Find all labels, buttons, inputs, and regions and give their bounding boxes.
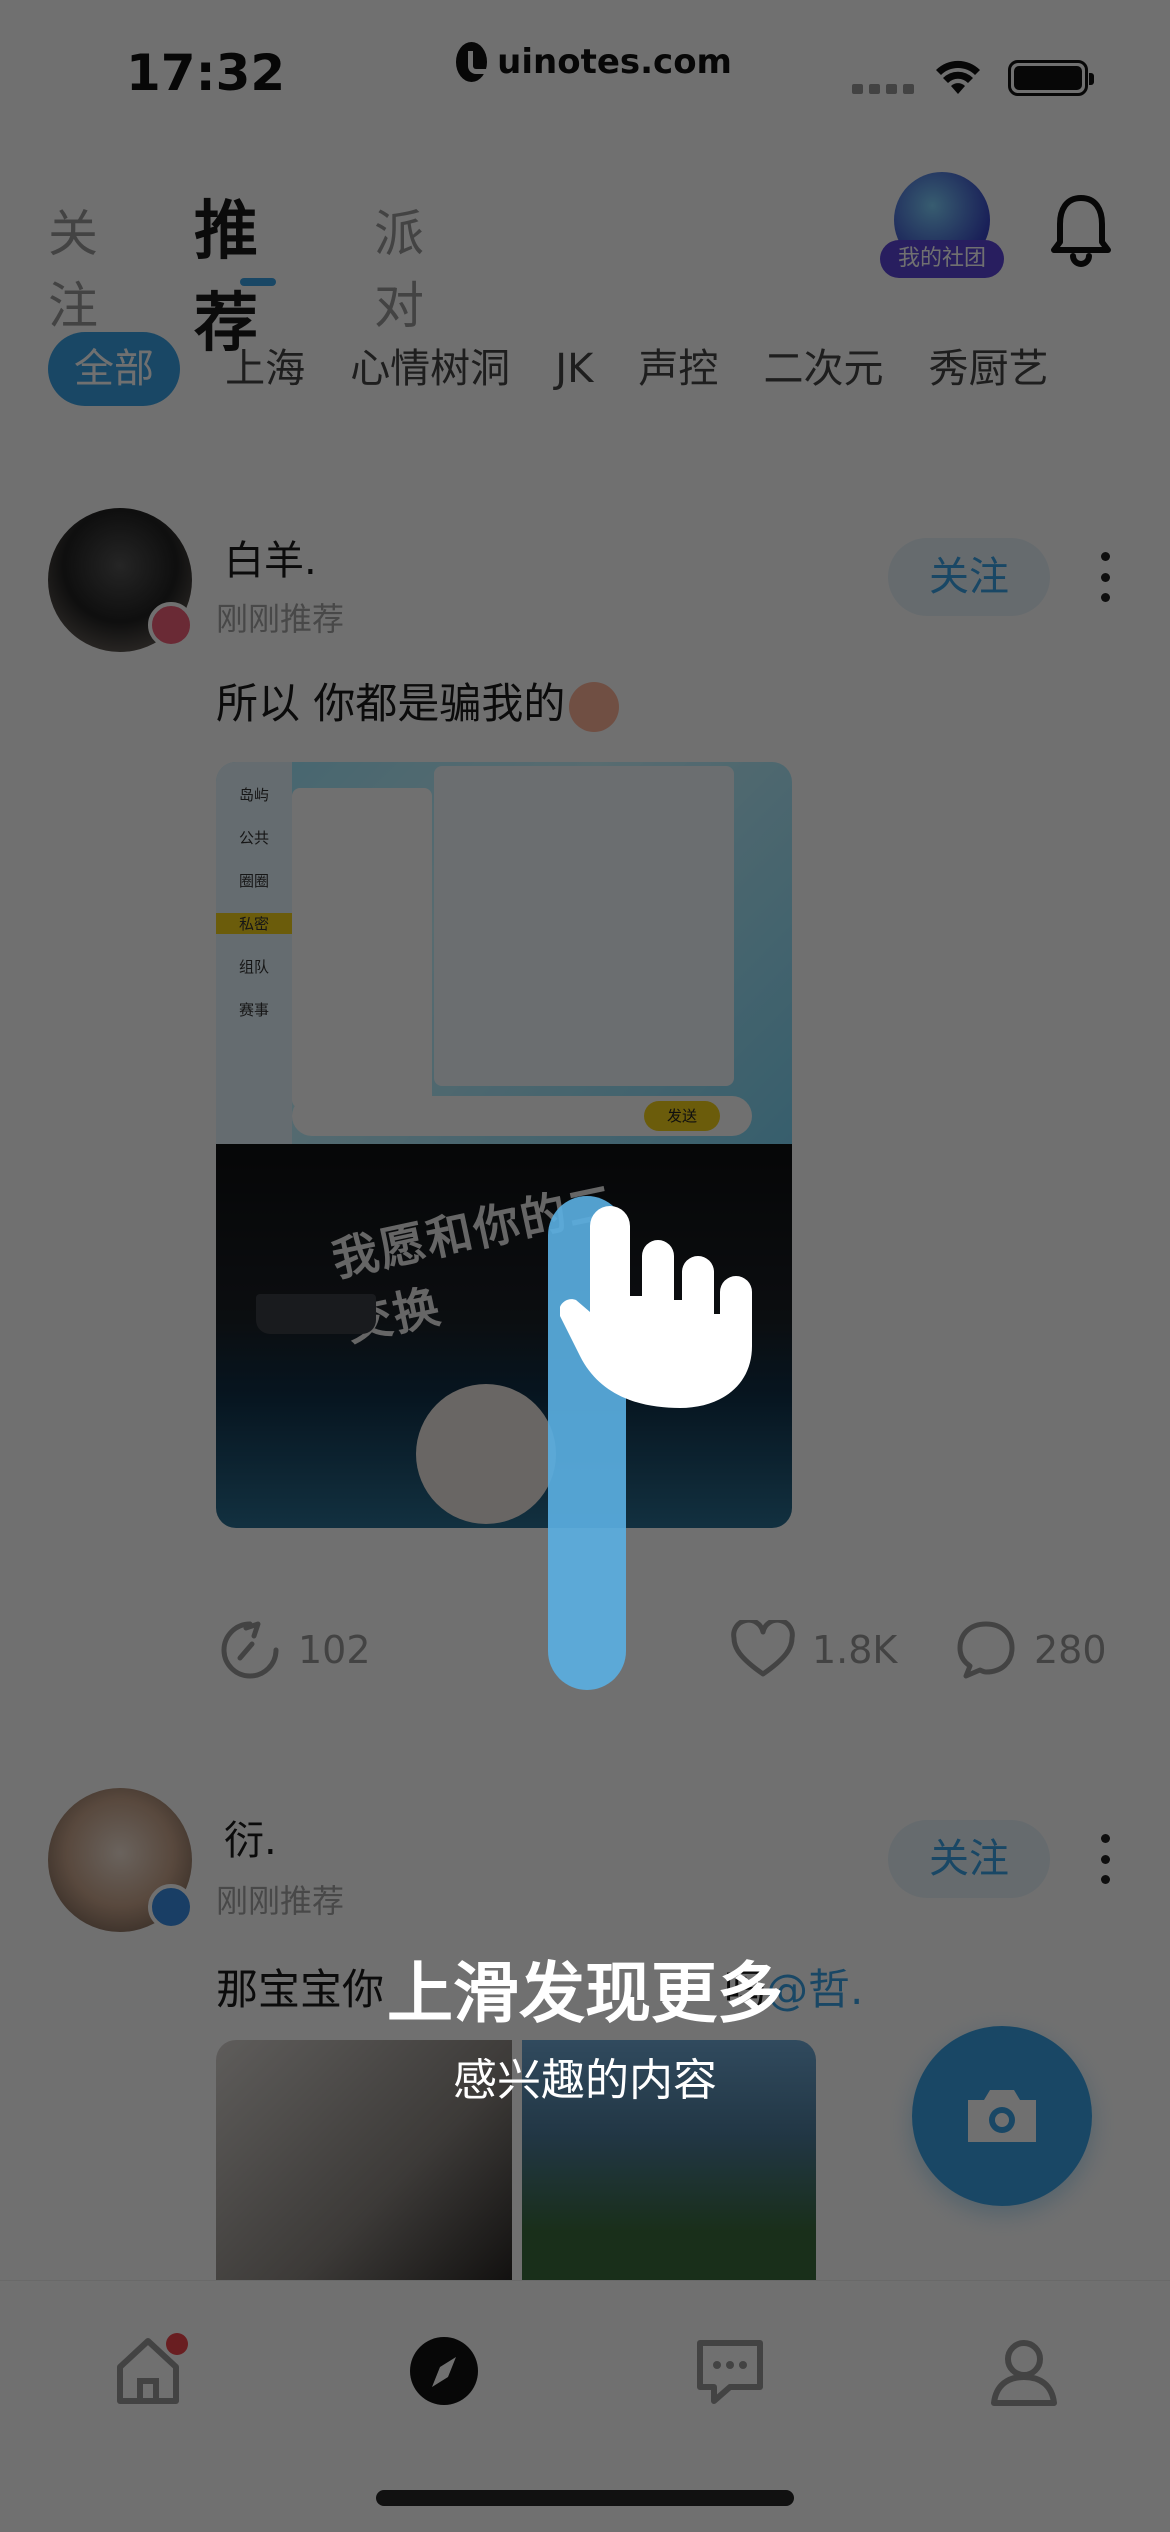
game-chat-screenshot: 岛屿 公共 圈圈 私密 组队 赛事 发送 [216,762,792,1144]
share-icon [221,1621,279,1679]
tab-profile[interactable] [984,2331,1064,2411]
onboarding-title: 上滑发现更多 [387,1955,783,2032]
discover-icon [410,2337,478,2405]
tab-follow[interactable]: 关注 [48,194,98,338]
post-username[interactable]: 白羊. [224,528,317,586]
share-button[interactable]: 102 [218,1610,371,1690]
gender-male-badge-icon [148,1884,194,1930]
home-indicator[interactable] [376,2490,794,2506]
ship-shape [256,1294,376,1334]
notification-dot [166,2333,188,2355]
chip-cooking[interactable]: 秀厨艺 [929,332,1049,406]
onboarding-subtitle: 感兴趣的内容 [453,2055,717,2106]
emoji-icon [569,681,620,732]
game-sidebar-item: 组队 [238,958,269,976]
gender-female-badge-icon [148,602,194,648]
follow-button[interactable]: 关注 [888,538,1050,616]
more-icon[interactable] [1098,1834,1112,1884]
post-subtitle: 刚刚推荐 [216,600,345,638]
battery-icon [1008,60,1094,96]
comment-count: 280 [1034,1628,1107,1672]
game-sidebar-item: 圈圈 [238,872,269,890]
game-chat-panel [434,766,734,1086]
game-character-shape [416,1384,556,1524]
chip-all[interactable]: 全部 [48,332,180,406]
category-chips: 全部 上海 心情树洞 JK 声控 二次元 秀厨艺 [48,332,1170,406]
status-bar: 17:32 uinotes.com [0,0,1170,140]
share-count: 102 [298,1628,371,1672]
chip-acg[interactable]: 二次元 [764,332,884,406]
bell-icon[interactable] [1046,190,1116,270]
tab-active-indicator [240,278,276,286]
cellular-signal-icon [852,84,914,94]
chip-voice[interactable]: 声控 [638,332,718,406]
hand-pointer-icon [560,1206,752,1408]
uinotes-logo-icon [456,42,495,82]
watermark-text: uinotes.com [497,42,732,82]
heart-icon [731,1620,795,1677]
tab-discover[interactable] [404,2331,484,2411]
chip-jk[interactable]: JK [555,332,593,406]
wifi-icon [936,60,980,94]
game-sidebar-item: 岛屿 [238,786,269,804]
comment-button[interactable]: 280 [954,1610,1107,1690]
game-sidebar-item: 公共 [238,829,269,847]
tab-party[interactable]: 派对 [374,194,424,338]
tab-messages[interactable] [690,2331,770,2411]
tab-home[interactable] [108,2331,188,2411]
profile-icon [991,2340,1057,2406]
chip-mood-tree-hole[interactable]: 心情树洞 [350,332,510,406]
game-friend-list [292,788,432,1108]
post-text: 所以 你都是骗我的 [216,670,620,732]
like-button[interactable]: 1.8K [730,1610,897,1690]
game-send-button: 发送 [644,1101,720,1131]
game-sidebar-item: 赛事 [238,1001,269,1019]
message-icon [697,2340,763,2404]
game-sidebar-item: 私密 [216,913,292,934]
my-club-label: 我的社团 [880,240,1004,278]
comment-icon [957,1621,1015,1679]
post-subtitle: 刚刚推荐 [216,1882,345,1920]
chip-shanghai[interactable]: 上海 [225,332,305,406]
watermark-badge: uinotes.com [438,26,732,98]
post-username[interactable]: 衍. [224,1808,277,1866]
post-text-content: 所以 你都是骗我的 [216,679,566,728]
game-sidebar: 岛屿 公共 圈圈 私密 组队 赛事 [216,762,292,1144]
status-time: 17:32 [126,44,286,102]
like-count: 1.8K [812,1628,898,1672]
more-icon[interactable] [1098,552,1112,602]
my-club-button[interactable]: 我的社团 [880,172,1004,278]
follow-button[interactable]: 关注 [888,1820,1050,1898]
